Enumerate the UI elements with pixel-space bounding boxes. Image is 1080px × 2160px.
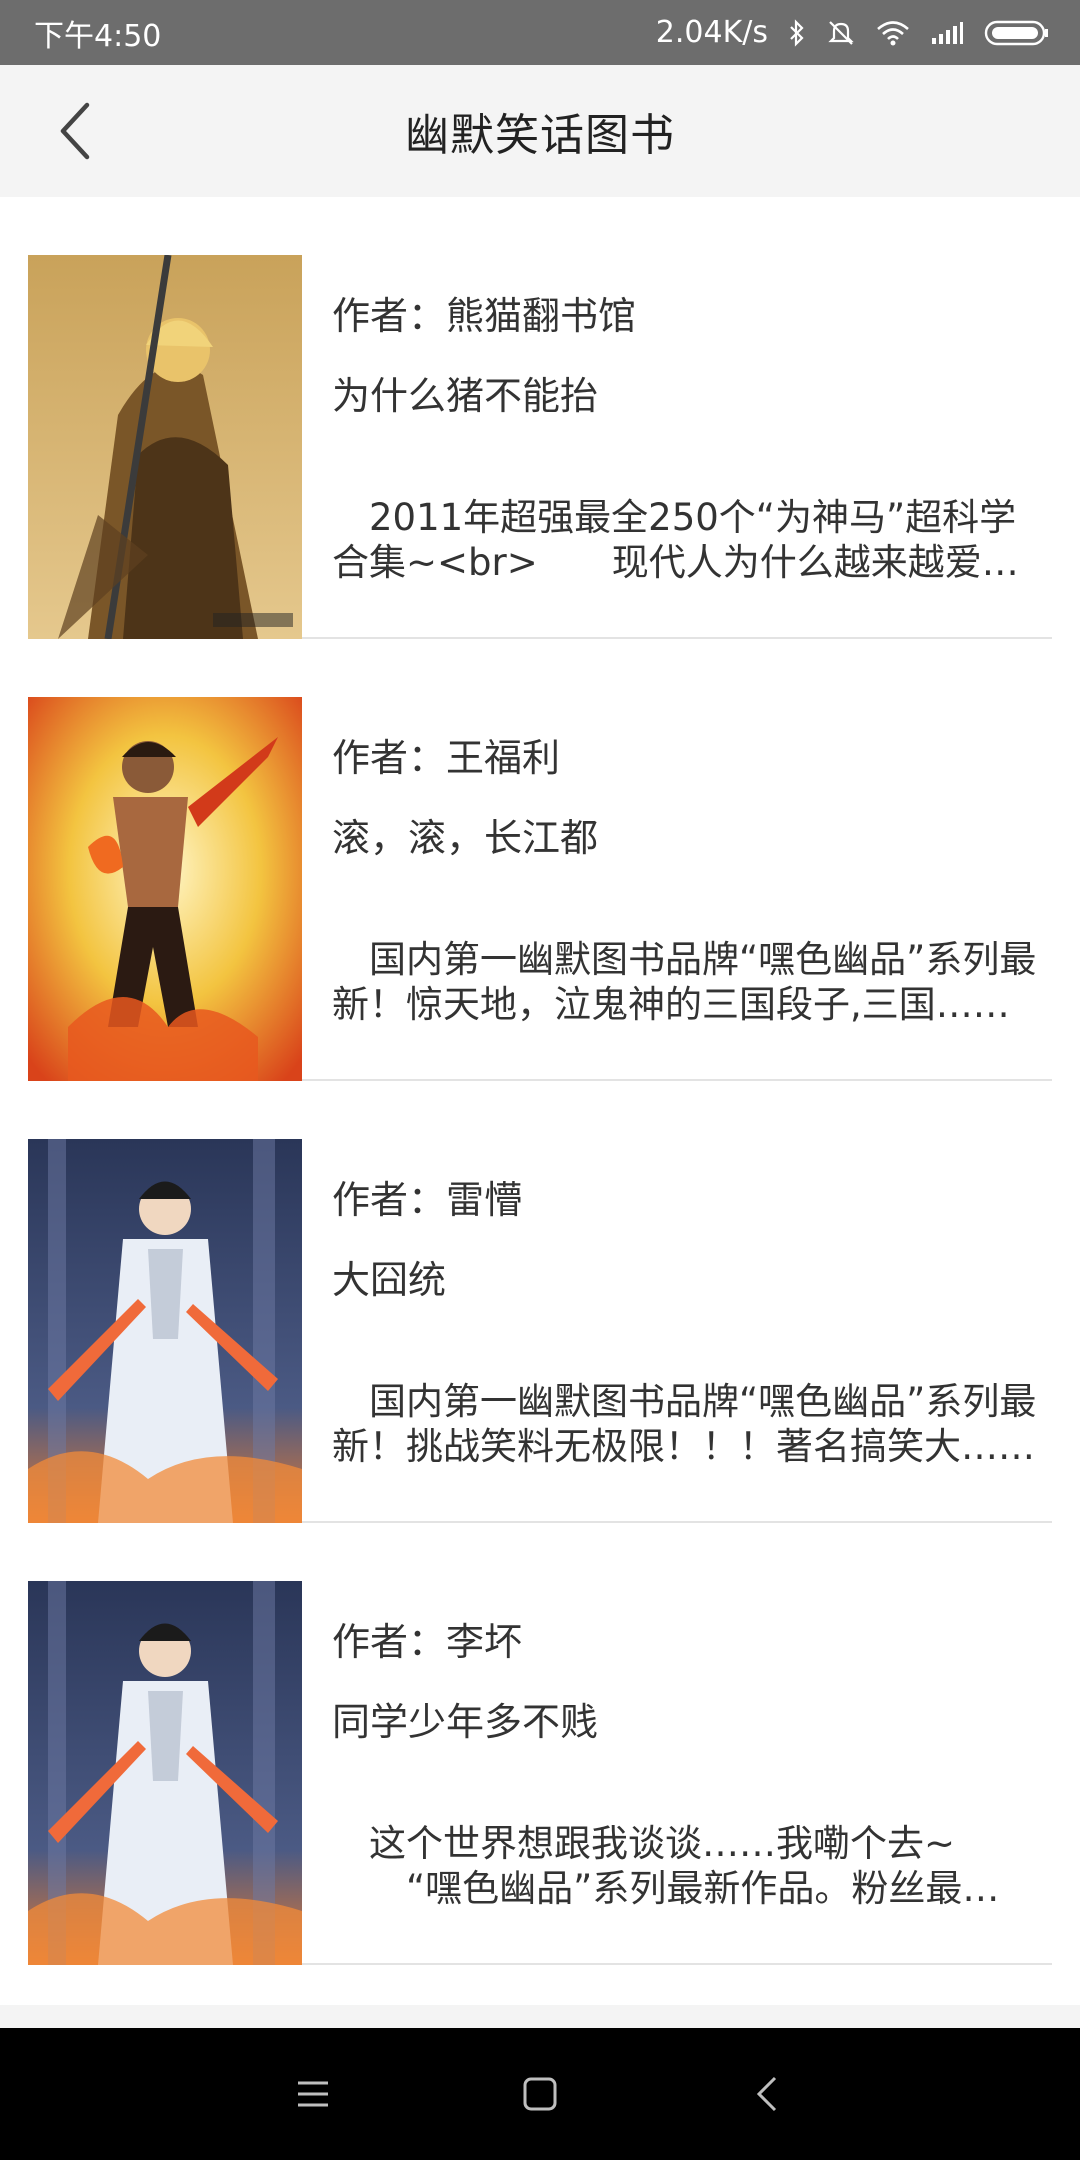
book-description: 国内第一幽默图书品牌“嘿色幽品”系列最新！惊天地，泣鬼神的三国段子,三国…… <box>332 938 1037 1026</box>
book-title: 大囧统 <box>332 1258 447 1302</box>
book-title: 滚，滚，长江都 <box>332 816 599 860</box>
page-title: 幽默笑话图书 <box>405 110 675 161</box>
book-author: 作者：熊猫翻书馆 <box>332 294 637 338</box>
system-nav-bar <box>0 2028 1080 2160</box>
book-list-item[interactable]: 作者：王福利 滚，滚，长江都 国内第一幽默图书品牌“嘿色幽品”系列最新！惊天地，… <box>28 639 1052 1081</box>
book-title: 同学少年多不贱 <box>332 1700 599 1744</box>
book-list-item[interactable]: 作者：熊猫翻书馆 为什么猪不能抬 2011年超强最全250个“为神马”超科学合集… <box>28 197 1052 639</box>
book-cover <box>28 1581 302 1965</box>
bluetooth-icon <box>788 18 806 47</box>
net-speed: 2.04K/s <box>655 15 768 50</box>
book-cover <box>28 697 302 1081</box>
book-author: 作者：雷懵 <box>332 1178 523 1222</box>
list-bottom-spacer <box>0 2005 1080 2028</box>
status-bar: 下午4:50 2.04K/s <box>0 0 1080 65</box>
wifi-icon <box>876 19 910 47</box>
status-time: 下午4:50 <box>34 18 162 54</box>
book-description: 2011年超强最全250个“为神马”超科学合集~<br> 现代人为什么越来越爱挖… <box>332 496 1019 584</box>
system-back-button[interactable] <box>727 2054 807 2134</box>
book-list-item[interactable]: 作者：雷懵 大囧统 国内第一幽默图书品牌“嘿色幽品”系列最新！挑战笑料无极限！！… <box>28 1081 1052 1523</box>
home-square-icon <box>523 2077 557 2111</box>
book-description: 这个世界想跟我谈谈……我嘞个去~ “嘿色幽品”系列最新作品。粉丝最多…… <box>368 1822 963 1910</box>
book-title: 为什么猪不能抬 <box>332 374 599 418</box>
menu-button[interactable] <box>273 2054 353 2134</box>
book-list-item[interactable]: 作者：李坏 同学少年多不贱 这个世界想跟我谈谈……我嘞个去~ “嘿色幽品”系列最… <box>28 1523 1052 1965</box>
book-cover <box>28 255 302 639</box>
app-header: 幽默笑话图书 <box>0 65 1080 197</box>
book-author: 作者：李坏 <box>332 1620 523 1664</box>
book-cover <box>28 1139 302 1523</box>
signal-icon <box>930 20 964 46</box>
mute-icon <box>826 18 856 48</box>
back-triangle-icon <box>756 2076 776 2112</box>
menu-icon <box>298 2081 329 2107</box>
book-author: 作者：王福利 <box>332 736 561 780</box>
book-description: 国内第一幽默图书品牌“嘿色幽品”系列最新！挑战笑料无极限！！！著名搞笑大…… <box>332 1380 1037 1468</box>
status-icons: 2.04K/s <box>656 15 1050 50</box>
home-button[interactable] <box>500 2054 580 2134</box>
battery-icon <box>984 19 1050 47</box>
